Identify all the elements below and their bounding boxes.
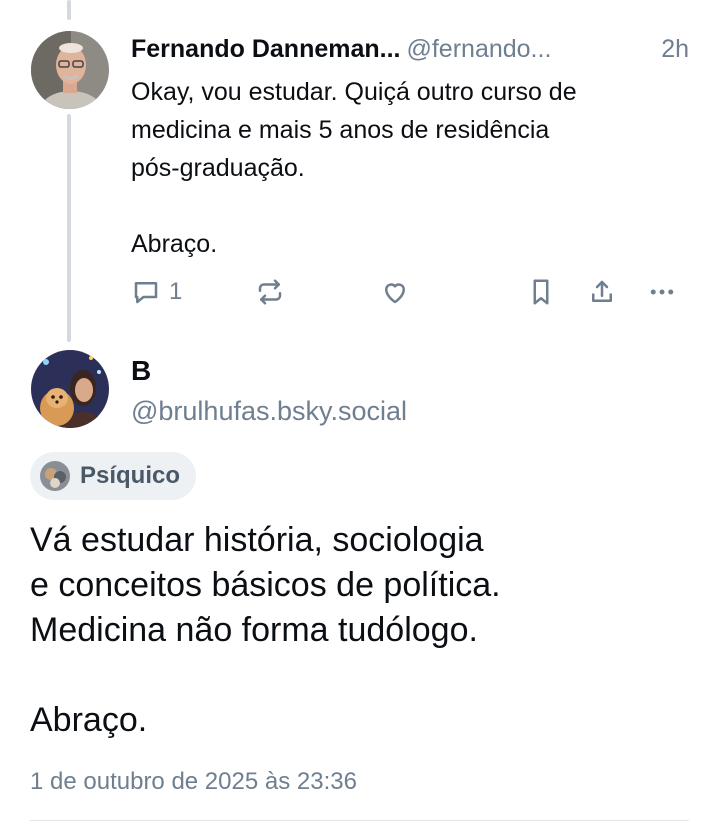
reply-time[interactable]: 2h <box>661 30 689 68</box>
reply-body-line: pós-graduação. <box>131 154 305 182</box>
reply-author-name[interactable]: Fernando Danneman... <box>131 35 400 63</box>
reply-header: Fernando Danneman... @fernando... 2h <box>131 30 691 68</box>
more-icon <box>650 289 674 295</box>
like-icon <box>385 283 405 304</box>
reply-body-line: Okay, vou estudar. Quiçá outro curso de <box>131 78 577 106</box>
post-timestamp[interactable]: 1 de outubro de 2025 às 23:36 <box>30 765 357 799</box>
reply-body: Okay, vou estudar. Quiçá outro curso de … <box>131 73 701 263</box>
content-label-text: Psíquico <box>80 462 181 489</box>
divider <box>30 820 689 821</box>
reply-author-handle[interactable]: @fernando... <box>406 35 551 63</box>
avatar-image <box>31 31 109 109</box>
post-body: Vá estudar história, sociologia e concei… <box>30 518 700 743</box>
avatar[interactable] <box>31 31 109 109</box>
content-label-chip[interactable]: Psíquico <box>30 452 197 500</box>
more-button[interactable] <box>647 274 677 310</box>
avatar-image <box>31 350 109 428</box>
reply-icon <box>134 282 158 304</box>
avatar[interactable] <box>31 350 109 428</box>
labeler-avatar-icon <box>40 461 70 491</box>
reply-count: 1 <box>169 278 183 305</box>
like-button[interactable] <box>380 274 410 310</box>
thread-line-top <box>67 0 71 20</box>
post-body-line: e conceitos básicos de política. <box>30 566 501 604</box>
bookmark-icon <box>533 279 549 305</box>
post-author-handle[interactable]: @brulhufas.bsky.social <box>131 392 407 430</box>
share-button[interactable] <box>587 274 617 310</box>
repost-icon <box>258 279 282 305</box>
bookmark-button[interactable] <box>526 274 556 310</box>
post-body-line: Medicina não forma tudólogo. <box>30 611 478 649</box>
repost-button[interactable] <box>255 274 285 310</box>
reply-actions: 1 <box>131 274 691 310</box>
reply-body-line: medicina e mais 5 anos de residência <box>131 116 550 144</box>
reply-button[interactable]: 1 <box>131 274 182 310</box>
share-icon <box>592 280 612 302</box>
reply-body-closing: Abraço. <box>131 230 218 258</box>
post-author-name[interactable]: B <box>131 352 151 390</box>
post-body-line: Vá estudar história, sociologia <box>30 521 484 559</box>
thread-line <box>67 114 71 342</box>
post-body-closing: Abraço. <box>30 701 148 739</box>
